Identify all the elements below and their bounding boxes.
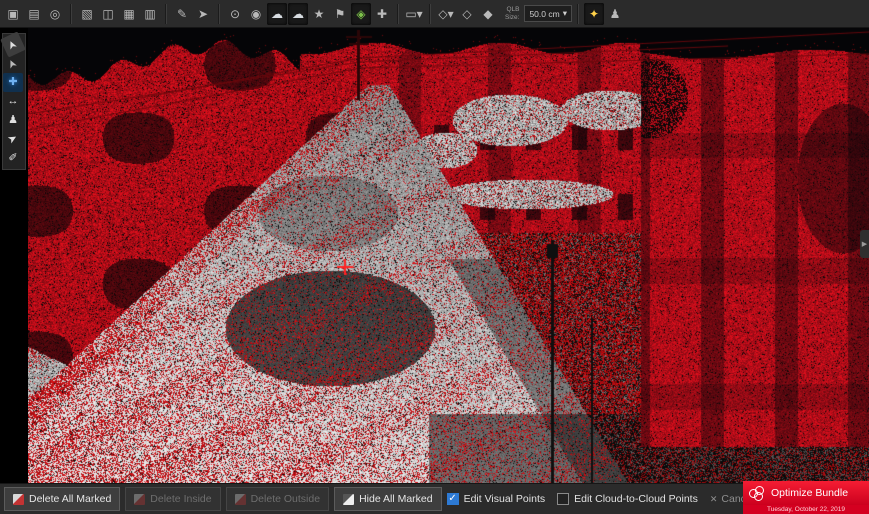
edit-visual-points-checkbox[interactable]: ✓ Edit Visual Points (447, 493, 546, 505)
camera-icon[interactable]: ▧ (77, 3, 97, 25)
point-cloud-viewport[interactable] (28, 28, 869, 483)
star-icon[interactable]: ★ (309, 3, 329, 25)
flag-icon[interactable]: ⚑ (330, 3, 350, 25)
cube-measure-icon[interactable]: ◆ (478, 3, 498, 25)
bottom-right-controls: ✓ Edit Visual Points Edit Cloud-to-Cloud… (447, 493, 755, 505)
checkbox-icon[interactable] (557, 493, 569, 505)
edit-cloud-to-cloud-points-checkbox[interactable]: Edit Cloud-to-Cloud Points (557, 493, 698, 505)
left-toolbar: ➤➤✚↔♟➤✐ (2, 33, 26, 170)
cube-view-dropdown-icon[interactable]: ◇▾ (436, 3, 456, 25)
top-toolbar: ▣▤◎ ▧◫▦▥ ✎➤ ⊙◉☁☁★⚑◈✚ ▭▾ ◇▾◇◆ QLB Size: 5… (0, 0, 869, 28)
annotate-pen-icon[interactable]: ✎ (172, 3, 192, 25)
bundle-icon (749, 486, 765, 501)
delete-outside-icon (235, 494, 246, 505)
walk-mode-icon[interactable]: ♟ (605, 3, 625, 25)
toolbar-group-selection: ▭▾ (404, 3, 424, 25)
hide-all-marked-button[interactable]: Hide All Marked (334, 487, 442, 511)
cloud-edit-icon[interactable]: ☁ (288, 3, 308, 25)
hide-all-marked-icon (343, 494, 354, 505)
delete-inside-icon (134, 494, 145, 505)
chevron-down-icon: ▾ (563, 8, 567, 19)
qlb-size-dropdown[interactable]: 50.0 cm ▾ (524, 5, 572, 22)
paint-select-tool[interactable]: ✐ (3, 149, 23, 168)
toolbar-group-views: ▧◫▦▥ (77, 3, 160, 25)
toolbar-group-cloud: ⊙◉☁☁★⚑◈✚ (225, 3, 392, 25)
toolbar-group-annotate: ✎➤ (172, 3, 213, 25)
checkbox-icon[interactable]: ✓ (447, 493, 459, 505)
toolbar-group-cube: ◇▾◇◆ (436, 3, 498, 25)
measure-tool[interactable]: ↔ (3, 92, 23, 111)
toolbar-separator (429, 4, 431, 24)
delete-outside-button[interactable]: Delete Outside (226, 487, 329, 511)
delete-inside-button[interactable]: Delete Inside (125, 487, 220, 511)
cube-outline-icon[interactable]: ◇ (457, 3, 477, 25)
add-user-icon[interactable]: ✚ (372, 3, 392, 25)
close-icon: ✕ (710, 494, 718, 505)
status-date: Tuesday, October 22, 2019 (743, 505, 869, 514)
toolbar-separator (165, 4, 167, 24)
optimize-bundle-button[interactable]: Optimize Bundle Tuesday, October 22, 201… (743, 481, 869, 514)
toolbar-separator (70, 4, 72, 24)
split-view-icon[interactable]: ◫ (98, 3, 118, 25)
toolbar-group-lighting: ✦♟ (584, 3, 625, 25)
optimize-bundle-label: Optimize Bundle (771, 487, 848, 499)
geotag-icon[interactable]: ◈ (351, 3, 371, 25)
toolbar-separator (577, 4, 579, 24)
limit-box-icon[interactable]: ⊙ (225, 3, 245, 25)
qlb-size-label: QLB Size: (505, 6, 519, 21)
delete-all-marked-icon (13, 494, 24, 505)
tag-icon[interactable]: ◉ (246, 3, 266, 25)
image-icon[interactable]: ▦ (119, 3, 139, 25)
delete-all-marked-button[interactable]: Delete All Marked (4, 487, 120, 511)
delete-outside-label: Delete Outside (251, 493, 320, 505)
bottom-bar: Delete All Marked Delete Inside Delete O… (0, 483, 869, 514)
zoom-window-icon[interactable]: ◎ (45, 3, 65, 25)
flashlight-icon[interactable]: ✦ (584, 3, 604, 25)
move-tool[interactable]: ✚ (3, 73, 23, 92)
delete-all-marked-label: Delete All Marked (29, 493, 111, 505)
pick-cursor-icon[interactable]: ➤ (193, 3, 213, 25)
qlb-size-value: 50.0 cm (529, 9, 559, 19)
copy-icon[interactable]: ▣ (3, 3, 23, 25)
screen-icon[interactable]: ▤ (24, 3, 44, 25)
toolbar-group-file: ▣▤◎ (3, 3, 65, 25)
point-cloud-icon[interactable]: ☁ (267, 3, 287, 25)
panel-expander[interactable]: ▶ (860, 230, 869, 258)
delete-inside-label: Delete Inside (150, 493, 211, 505)
selection-mode-dropdown-icon[interactable]: ▭▾ (404, 3, 424, 25)
hide-all-marked-label: Hide All Marked (359, 493, 433, 505)
toolbar-separator (397, 4, 399, 24)
video-icon[interactable]: ▥ (140, 3, 160, 25)
toolbar-separator (218, 4, 220, 24)
